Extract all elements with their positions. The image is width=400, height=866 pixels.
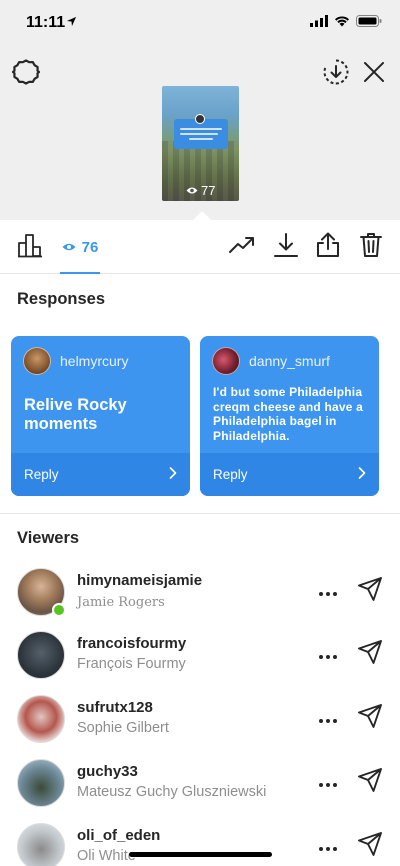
viewer-row[interactable]: sufrutx128 Sophie Gilbert xyxy=(0,687,400,751)
bar-chart-icon xyxy=(17,232,43,263)
response-username: danny_smurf xyxy=(249,353,330,369)
download-icon xyxy=(274,232,298,263)
more-icon xyxy=(319,710,337,728)
signal-icon xyxy=(310,14,328,32)
wifi-icon xyxy=(334,14,350,32)
reply-button[interactable]: Reply xyxy=(200,453,379,496)
avatar[interactable] xyxy=(17,568,66,617)
viewer-full-name: Jamie Rogers xyxy=(77,595,165,610)
send-message-button[interactable] xyxy=(355,576,385,606)
story-view-count-text: 77 xyxy=(201,183,216,198)
reply-label: Reply xyxy=(213,467,248,482)
send-message-button[interactable] xyxy=(355,703,385,733)
send-icon xyxy=(357,831,383,862)
viewer-full-name: Oli White xyxy=(77,848,136,864)
story-preview-area: 11:11 77 xyxy=(0,0,400,220)
viewer-username[interactable]: guchy33 xyxy=(77,763,138,780)
viewer-full-name: Sophie Gilbert xyxy=(77,720,169,736)
viewer-full-name: Mateusz Guchy Gluszniewski xyxy=(77,784,267,800)
status-bar: 11:11 xyxy=(0,0,400,48)
section-divider xyxy=(0,513,400,514)
send-message-button[interactable] xyxy=(355,639,385,669)
viewer-username[interactable]: himynameisjamie xyxy=(77,572,202,589)
delete-button[interactable] xyxy=(358,232,384,262)
response-card[interactable]: helmyrcury Relive Rocky moments Reply xyxy=(11,336,190,496)
settings-button[interactable] xyxy=(10,58,42,90)
avatar xyxy=(212,347,240,375)
viewer-username[interactable]: sufrutx128 xyxy=(77,699,153,716)
send-message-button[interactable] xyxy=(355,767,385,797)
more-icon xyxy=(319,583,337,601)
online-status-dot xyxy=(52,603,66,617)
viewers-tab[interactable]: 76 xyxy=(58,232,102,262)
close-icon xyxy=(363,61,385,88)
reply-button[interactable]: Reply xyxy=(11,453,190,496)
download-button[interactable] xyxy=(272,232,300,262)
viewer-row[interactable]: guchy33 Mateusz Guchy Gluszniewski xyxy=(0,751,400,815)
status-icons xyxy=(310,14,382,32)
home-indicator[interactable] xyxy=(129,852,272,857)
more-options-button[interactable] xyxy=(316,645,340,665)
eye-icon xyxy=(186,183,198,198)
viewer-row[interactable]: himynameisjamie Jamie Rogers xyxy=(0,560,400,624)
send-icon xyxy=(357,639,383,670)
responses-heading: Responses xyxy=(17,290,106,308)
trash-icon xyxy=(360,232,382,263)
send-message-button[interactable] xyxy=(355,831,385,861)
save-story-button[interactable] xyxy=(320,58,352,90)
avatar[interactable] xyxy=(17,695,65,743)
send-icon xyxy=(357,576,383,607)
response-text: Relive Rocky moments xyxy=(24,396,127,433)
location-arrow-icon xyxy=(66,14,77,32)
thumbnail-pointer xyxy=(193,211,211,220)
more-options-button[interactable] xyxy=(316,837,340,857)
avatar[interactable] xyxy=(17,759,65,807)
more-icon xyxy=(319,838,337,856)
response-card[interactable]: danny_smurf I'd but some Philadelphia cr… xyxy=(200,336,379,496)
more-options-button[interactable] xyxy=(316,773,340,793)
avatar[interactable] xyxy=(17,823,65,866)
response-username: helmyrcury xyxy=(60,353,129,369)
insights-tab[interactable] xyxy=(16,232,44,262)
battery-icon xyxy=(356,14,382,32)
viewer-row[interactable]: oli_of_eden Oli White xyxy=(0,815,400,866)
more-options-button[interactable] xyxy=(316,709,340,729)
viewer-username[interactable]: francoisfourmy xyxy=(77,635,186,652)
reply-label: Reply xyxy=(24,467,59,482)
download-circle-icon xyxy=(322,58,350,91)
status-time: 11:11 xyxy=(26,14,66,31)
response-text: I'd but some Philadelphia creqm cheese a… xyxy=(213,385,364,443)
send-icon xyxy=(357,767,383,798)
chevron-right-icon xyxy=(169,466,177,484)
viewer-row[interactable]: francoisfourmy François Fourmy xyxy=(0,623,400,687)
story-sticker-avatar xyxy=(195,114,205,124)
viewer-username[interactable]: oli_of_eden xyxy=(77,827,160,844)
response-header: danny_smurf xyxy=(212,347,330,375)
settings-icon xyxy=(11,58,41,91)
more-icon xyxy=(319,646,337,664)
more-icon xyxy=(319,774,337,792)
share-button[interactable] xyxy=(314,232,342,262)
story-view-count: 77 xyxy=(186,183,215,198)
story-thumbnail[interactable]: 77 xyxy=(162,86,239,201)
eye-icon xyxy=(62,239,76,256)
response-header: helmyrcury xyxy=(23,347,128,375)
send-icon xyxy=(357,703,383,734)
story-toolbar: 76 xyxy=(0,220,400,274)
avatar xyxy=(23,347,51,375)
trending-icon xyxy=(229,235,255,260)
avatar[interactable] xyxy=(17,631,65,679)
viewers-heading: Viewers xyxy=(17,529,80,547)
share-icon xyxy=(316,232,340,263)
viewers-count: 76 xyxy=(81,238,99,256)
chevron-right-icon xyxy=(358,466,366,484)
active-tab-indicator xyxy=(60,272,100,274)
viewer-full-name: François Fourmy xyxy=(77,656,186,672)
close-button[interactable] xyxy=(358,58,390,90)
more-options-button[interactable] xyxy=(316,582,340,602)
promote-button[interactable] xyxy=(228,232,256,262)
